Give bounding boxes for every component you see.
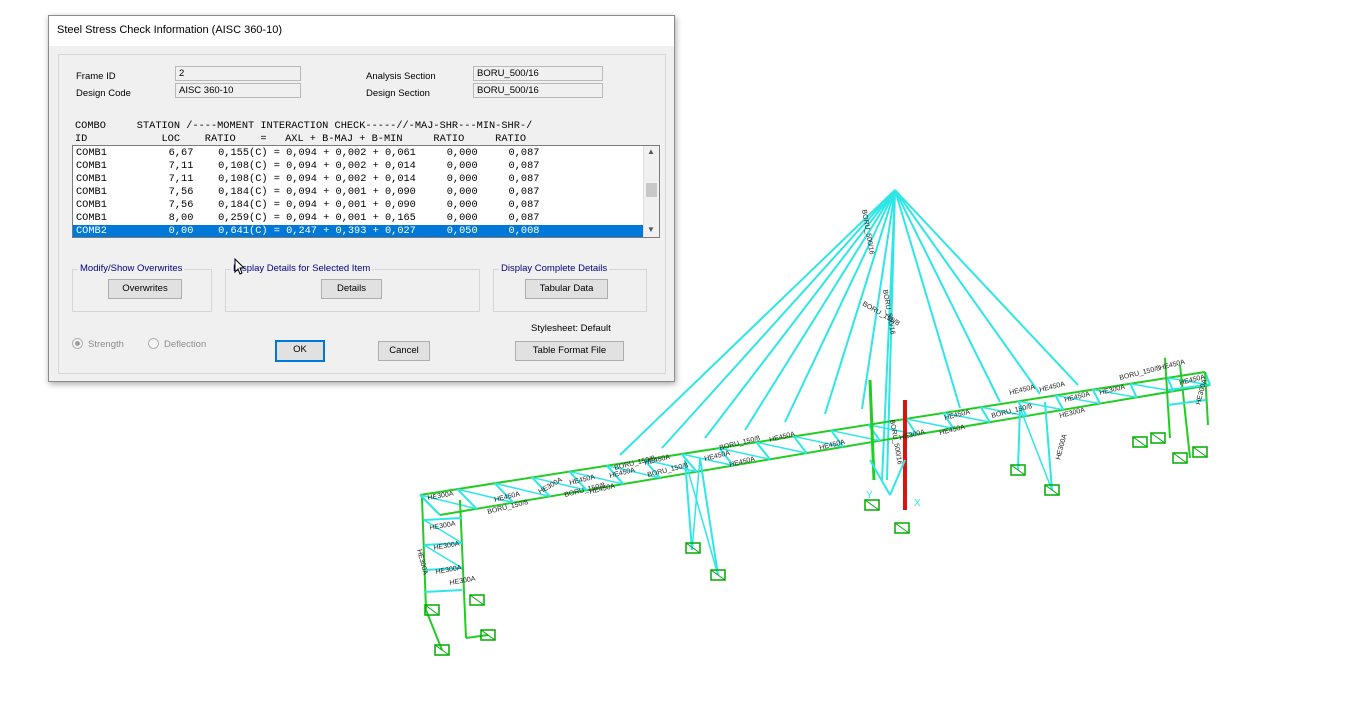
steel-stress-check-dialog: Steel Stress Check Information (AISC 360…	[48, 15, 675, 382]
frame-id-label: Frame ID	[76, 71, 116, 82]
scroll-down-icon[interactable]: ▼	[647, 225, 655, 234]
stylesheet-label: Stylesheet: Default	[531, 323, 611, 334]
results-listbox[interactable]: COMB1 6,67 0,155(C) = 0,094 + 0,002 + 0,…	[72, 145, 660, 238]
scrollbar-thumb[interactable]	[646, 183, 657, 197]
member-label: HE300A	[415, 549, 429, 576]
scroll-up-icon[interactable]: ▲	[647, 147, 655, 156]
display-details-title: Display Details for Selected Item	[231, 263, 373, 274]
list-item[interactable]: COMB1 6,67 0,155(C) = 0,094 + 0,002 + 0,…	[73, 147, 643, 160]
strength-radio[interactable]: Strength	[72, 338, 124, 350]
axis-x-label: X	[914, 498, 921, 509]
list-item[interactable]: COMB1 8,00 0,259(C) = 0,094 + 0,001 + 0,…	[73, 212, 643, 225]
deflection-radio-label: Deflection	[164, 339, 207, 350]
display-complete-title: Display Complete Details	[499, 263, 610, 274]
dialog-titlebar[interactable]: Steel Stress Check Information (AISC 360…	[49, 16, 674, 46]
list-item[interactable]: COMB1 7,56 0,184(C) = 0,094 + 0,001 + 0,…	[73, 186, 643, 199]
axis-y-label: Y	[866, 490, 873, 501]
overwrites-button[interactable]: Overwrites	[108, 279, 182, 299]
member-label: HE450A	[819, 439, 846, 452]
table-format-file-button[interactable]: Table Format File	[515, 341, 624, 361]
member-label: HE450A	[1039, 381, 1066, 394]
member-label: HE450A	[729, 456, 756, 469]
deflection-radio[interactable]: Deflection	[148, 338, 206, 350]
member-label: HE450A	[1159, 359, 1186, 372]
analysis-section-field: BORU_500/16	[473, 66, 603, 81]
radio-selected-icon	[72, 338, 83, 349]
radio-empty-icon	[148, 338, 159, 349]
strength-radio-label: Strength	[88, 339, 124, 350]
dialog-title: Steel Stress Check Information (AISC 360…	[57, 24, 282, 36]
member-label: BORU_500/16	[888, 419, 903, 465]
member-label: HE300A	[1055, 433, 1069, 460]
member-label: HE450A	[1009, 384, 1036, 397]
member-label: HE300A	[435, 564, 462, 575]
design-section-field: BORU_500/16	[473, 83, 603, 98]
ok-button[interactable]: OK	[275, 340, 325, 362]
list-item[interactable]: COMB1 7,56 0,184(C) = 0,094 + 0,001 + 0,…	[73, 199, 643, 212]
frame-id-field: 2	[175, 66, 301, 81]
member-label: HE300A	[429, 520, 456, 531]
member-label: HE450A	[769, 431, 796, 444]
cancel-button[interactable]: Cancel	[378, 341, 430, 361]
design-code-label: Design Code	[76, 88, 131, 99]
design-section-label: Design Section	[366, 88, 430, 99]
design-code-field: AISC 360-10	[175, 83, 301, 98]
member-label: HE450A	[704, 450, 731, 463]
mouse-cursor-icon	[234, 258, 246, 275]
modify-overwrites-title: Modify/Show Overwrites	[78, 263, 185, 274]
table-header-line-2: ID LOC RATIO = AXL + B-MAJ + B-MIN RATIO…	[75, 133, 527, 145]
list-item-selected[interactable]: COMB2 0,00 0,641(C) = 0,247 + 0,393 + 0,…	[73, 225, 643, 237]
analysis-section-label: Analysis Section	[366, 71, 436, 82]
member-label: BORU_150/8	[861, 301, 901, 328]
details-button[interactable]: Details	[321, 279, 382, 299]
member-label: HE300A	[433, 540, 460, 551]
list-item[interactable]: COMB1 7,11 0,108(C) = 0,094 + 0,002 + 0,…	[73, 173, 643, 186]
tabular-data-button[interactable]: Tabular Data	[525, 279, 608, 299]
list-item[interactable]: COMB1 7,11 0,108(C) = 0,094 + 0,002 + 0,…	[73, 160, 643, 173]
model-supports	[424, 432, 1208, 656]
member-label: HE450A	[944, 409, 971, 422]
list-scrollbar[interactable]: ▲ ▼	[643, 146, 659, 237]
member-label: HE300A	[899, 429, 926, 442]
table-header-line-1: COMBO STATION /----MOMENT INTERACTION CH…	[75, 120, 533, 132]
